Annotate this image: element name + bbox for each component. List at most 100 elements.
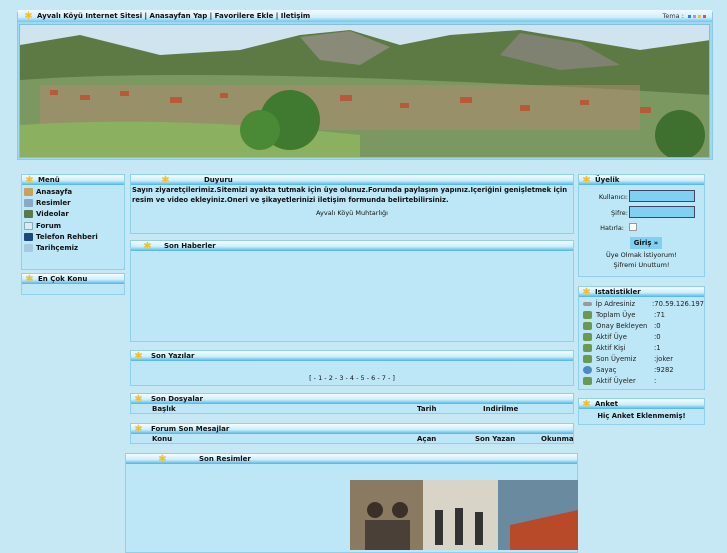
menu-item-resimler[interactable]: Resimler [22, 197, 124, 208]
stat-label: Toplam Üye [596, 310, 636, 319]
stat-value: : [654, 376, 657, 385]
forum-panel: ✱ Forum Son Mesajlar Konu Açan Son Yazan … [130, 423, 574, 444]
anket-panel: ✱ Anket Hiç Anket Eklenmemiş! [578, 398, 705, 425]
star-icon: ✱ [582, 398, 591, 410]
photo-thumbnail[interactable] [350, 480, 578, 550]
forgot-password-link[interactable]: Şifremi Unuttum! [579, 261, 704, 269]
username-input[interactable] [629, 190, 695, 202]
duyuru-panel: ✱ Duyuru Sayın ziyaretçilerimiz.Sitemizi … [130, 174, 574, 234]
anket-header: ✱ Anket [579, 399, 704, 409]
star-icon: ✱ [24, 10, 33, 22]
theme-pink[interactable] [693, 15, 696, 18]
stat-row: Sayaç :9282 [579, 364, 704, 375]
theme-blue[interactable] [688, 15, 691, 18]
users-icon [583, 321, 592, 330]
star-icon: ✱ [25, 174, 34, 186]
stat-row: Aktif Üyeler: [579, 375, 704, 386]
ip-icon [583, 301, 592, 306]
stat-label: Aktif Üye [596, 332, 627, 341]
stat-label: Aktif Kişi [596, 343, 626, 352]
duyuru-title: Duyuru [204, 176, 233, 184]
son-dosyalar-panel: ✱ Son Dosyalar Başlık Tarih Indirilme [130, 393, 574, 414]
istatistikler-panel: ✱ Istatistikler İp Adresiniz:70.59.126.19… [578, 286, 705, 390]
son-haberler-header: ✱ Son Haberler [131, 241, 573, 251]
menu-title: Menü [38, 176, 60, 184]
col-indirilme: Indirilme [483, 405, 519, 413]
theme-yellow[interactable] [698, 15, 701, 18]
home-icon [24, 187, 33, 196]
stat-row: Onay Bekleyen :0 [579, 320, 704, 331]
col-tarih: Tarih [417, 405, 437, 413]
son-resimler-title: Son Resimler [199, 455, 251, 463]
en-cok-konu-title: En Çok Konu [38, 275, 88, 283]
col-son-yazan: Son Yazan [475, 435, 516, 443]
login-button[interactable]: Giriş » [630, 237, 662, 249]
remember-label: Hatırla: [600, 224, 624, 232]
register-link[interactable]: Üye Olmak İstiyorum! [579, 251, 704, 259]
users-icon [583, 354, 592, 363]
stat-row: İp Adresiniz :70.59.126.197 [579, 298, 704, 309]
stat-value: :70.59.126.197 [651, 299, 704, 308]
star-icon: ✱ [134, 423, 143, 435]
phone-book-icon [24, 232, 33, 241]
top-bar: ✱ Ayvalı Köyü Internet Sitesi | Anasayfa… [18, 10, 712, 22]
remember-checkbox[interactable] [629, 223, 637, 231]
menu-header: ✱ Menü [22, 175, 124, 185]
pagination[interactable]: [ - 1 - 2 - 3 - 4 - 5 - 6 - 7 - ] [131, 374, 573, 382]
duyuru-text: Sayın ziyaretçilerimiz.Sitemizi ayakta t… [132, 186, 568, 204]
star-icon: ✱ [582, 174, 591, 186]
son-haberler-title: Son Haberler [164, 242, 216, 250]
stat-value: :joker [654, 354, 674, 363]
password-label: Şifre: [611, 209, 628, 217]
star-icon: ✱ [134, 350, 143, 362]
stat-value: :9282 [654, 365, 674, 374]
uyelik-header: ✱ Üyelik [579, 175, 704, 185]
anket-text: Hiç Anket Eklenmemiş! [597, 412, 686, 420]
en-cok-konu-header: ✱ En Çok Konu [22, 274, 124, 284]
menu-item-videolar[interactable]: Videolar [22, 209, 124, 220]
stat-label: İp Adresiniz [595, 299, 636, 308]
son-resimler-panel: ✱ Son Resimler [125, 453, 578, 553]
menu-item-tarihcemiz[interactable]: Tarihçemiz [22, 242, 124, 253]
star-icon: ✱ [582, 286, 591, 298]
col-okunma: Okunma [541, 435, 574, 443]
col-konu: Konu [152, 435, 173, 443]
menu-label: Resimler [36, 198, 71, 207]
chat-icon [24, 221, 33, 230]
menu-label: Anasayfa [36, 187, 73, 196]
son-dosyalar-title: Son Dosyalar [151, 395, 203, 403]
forum-columns: Konu Açan Son Yazan Okunma [131, 434, 574, 444]
forum-title: Forum Son Mesajlar [151, 425, 230, 433]
image-icon [24, 198, 33, 207]
son-dosyalar-header: ✱ Son Dosyalar [131, 394, 573, 404]
menu-item-anasayfa[interactable]: Anasayfa [22, 186, 124, 197]
top-links[interactable]: Ayvalı Köyü Internet Sitesi | Anasayfan … [37, 12, 310, 20]
users-icon [583, 332, 592, 341]
menu-item-telefon-rehberi[interactable]: Telefon Rehberi [22, 231, 124, 242]
stat-value: :0 [654, 332, 661, 341]
menu-item-forum[interactable]: Forum [22, 220, 124, 231]
users-icon [583, 343, 592, 352]
uyelik-panel: ✱ Üyelik Kullanıcı: Şifre: Hatırla: Giriş… [578, 174, 705, 277]
menu-label: Telefon Rehberi [36, 232, 98, 241]
menu-label: Tarihçemiz [36, 244, 79, 253]
star-icon: ✱ [134, 393, 143, 405]
stat-label: Sayaç [596, 365, 617, 374]
son-haberler-panel: ✱ Son Haberler [130, 240, 574, 342]
stat-value: :71 [654, 310, 665, 319]
theme-selector: Tema : [662, 12, 706, 20]
users-icon [583, 310, 592, 319]
duyuru-header: ✱ Duyuru [131, 175, 573, 185]
stat-label: Onay Bekleyen [596, 321, 648, 330]
son-yazilar-panel: ✱ Son Yazılar [ - 1 - 2 - 3 - 4 - 5 - 6 -… [130, 350, 574, 386]
password-input[interactable] [629, 206, 695, 218]
star-icon: ✱ [158, 453, 167, 465]
uyelik-title: Üyelik [595, 176, 620, 184]
stat-value: :0 [654, 321, 661, 330]
forum-header: ✱ Forum Son Mesajlar [131, 424, 573, 434]
theme-red[interactable] [703, 15, 706, 18]
users-icon [583, 376, 592, 385]
stat-row: Son Üyemiz:joker [579, 353, 704, 364]
stat-value: :1 [654, 343, 661, 352]
stat-row: Aktif Kişi :1 [579, 342, 704, 353]
